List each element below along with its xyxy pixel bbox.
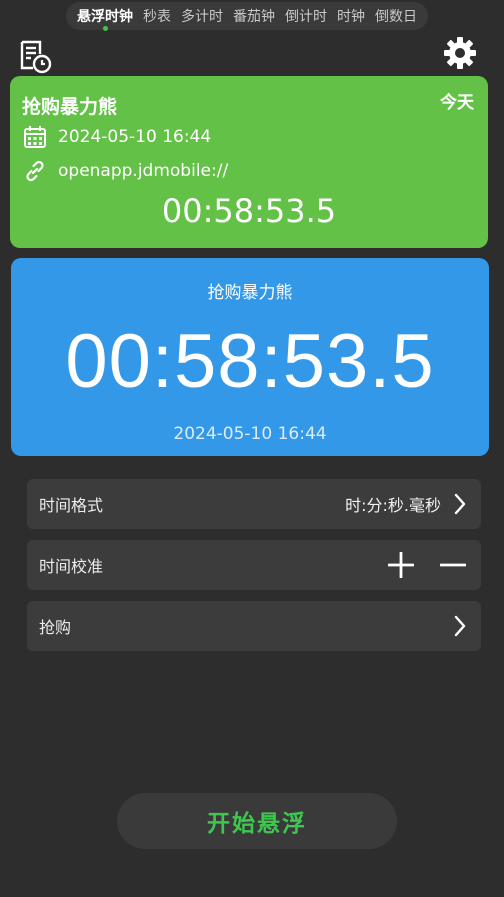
card-datetime: 2024-05-10 16:44 (58, 127, 212, 147)
tab-pomodoro[interactable]: 番茄钟 (233, 6, 275, 26)
card-title: 抢购暴力熊 (22, 96, 118, 118)
record-list-icon[interactable] (18, 40, 52, 74)
time-format-value: 时:分:秒.毫秒 (345, 496, 441, 515)
chevron-right-icon (453, 493, 467, 515)
tab-bar: 悬浮时钟 秒表 多计时 番茄钟 倒计时 时钟 倒数日 (66, 2, 428, 31)
datetime-row: 2024-05-10 16:44 (22, 124, 211, 150)
link-icon (22, 158, 48, 184)
floating-preview-card[interactable]: 抢购暴力熊 今天 2024-05-10 16:44 openapp.jdmobi… (10, 76, 488, 248)
tab-countdown[interactable]: 倒计时 (285, 6, 327, 26)
card-time: 00:58:53.5 (161, 192, 337, 230)
tab-stopwatch[interactable]: 秒表 (143, 6, 171, 26)
time-calibration-label: 时间校准 (39, 557, 104, 576)
chevron-right-icon (453, 615, 467, 637)
card-link: openapp.jdmobile:// (58, 161, 229, 181)
gear-icon[interactable] (442, 35, 478, 71)
tab-days-countdown[interactable]: 倒数日 (375, 6, 417, 26)
time-format-row[interactable]: 时间格式 时:分:秒.毫秒 (27, 479, 481, 529)
flash-sale-label: 抢购 (39, 618, 72, 637)
large-clock-card[interactable]: 抢购暴力熊 00:58:53.5 2024-05-10 16:44 (11, 258, 489, 456)
large-card-date: 2024-05-10 16:44 (173, 424, 327, 444)
time-format-label: 时间格式 (39, 496, 104, 515)
calendar-icon (22, 124, 48, 150)
start-floating-button[interactable]: 开始悬浮 (117, 793, 397, 849)
tab-floating-clock[interactable]: 悬浮时钟 (77, 6, 133, 31)
flash-sale-row[interactable]: 抢购 (27, 601, 481, 651)
minus-icon[interactable] (439, 551, 467, 579)
app-screen: 悬浮时钟 秒表 多计时 番茄钟 倒计时 时钟 倒数日 抢购暴力熊 今天 2024… (0, 0, 504, 897)
plus-icon[interactable] (387, 551, 415, 579)
today-badge: 今天 (440, 93, 474, 113)
link-row: openapp.jdmobile:// (22, 158, 228, 184)
tab-clock[interactable]: 时钟 (337, 6, 365, 26)
large-card-title: 抢购暴力熊 (207, 283, 293, 303)
large-card-time: 00:58:53.5 (65, 319, 435, 404)
time-calibration-row: 时间校准 (27, 540, 481, 590)
tab-multi-timer[interactable]: 多计时 (181, 6, 223, 26)
